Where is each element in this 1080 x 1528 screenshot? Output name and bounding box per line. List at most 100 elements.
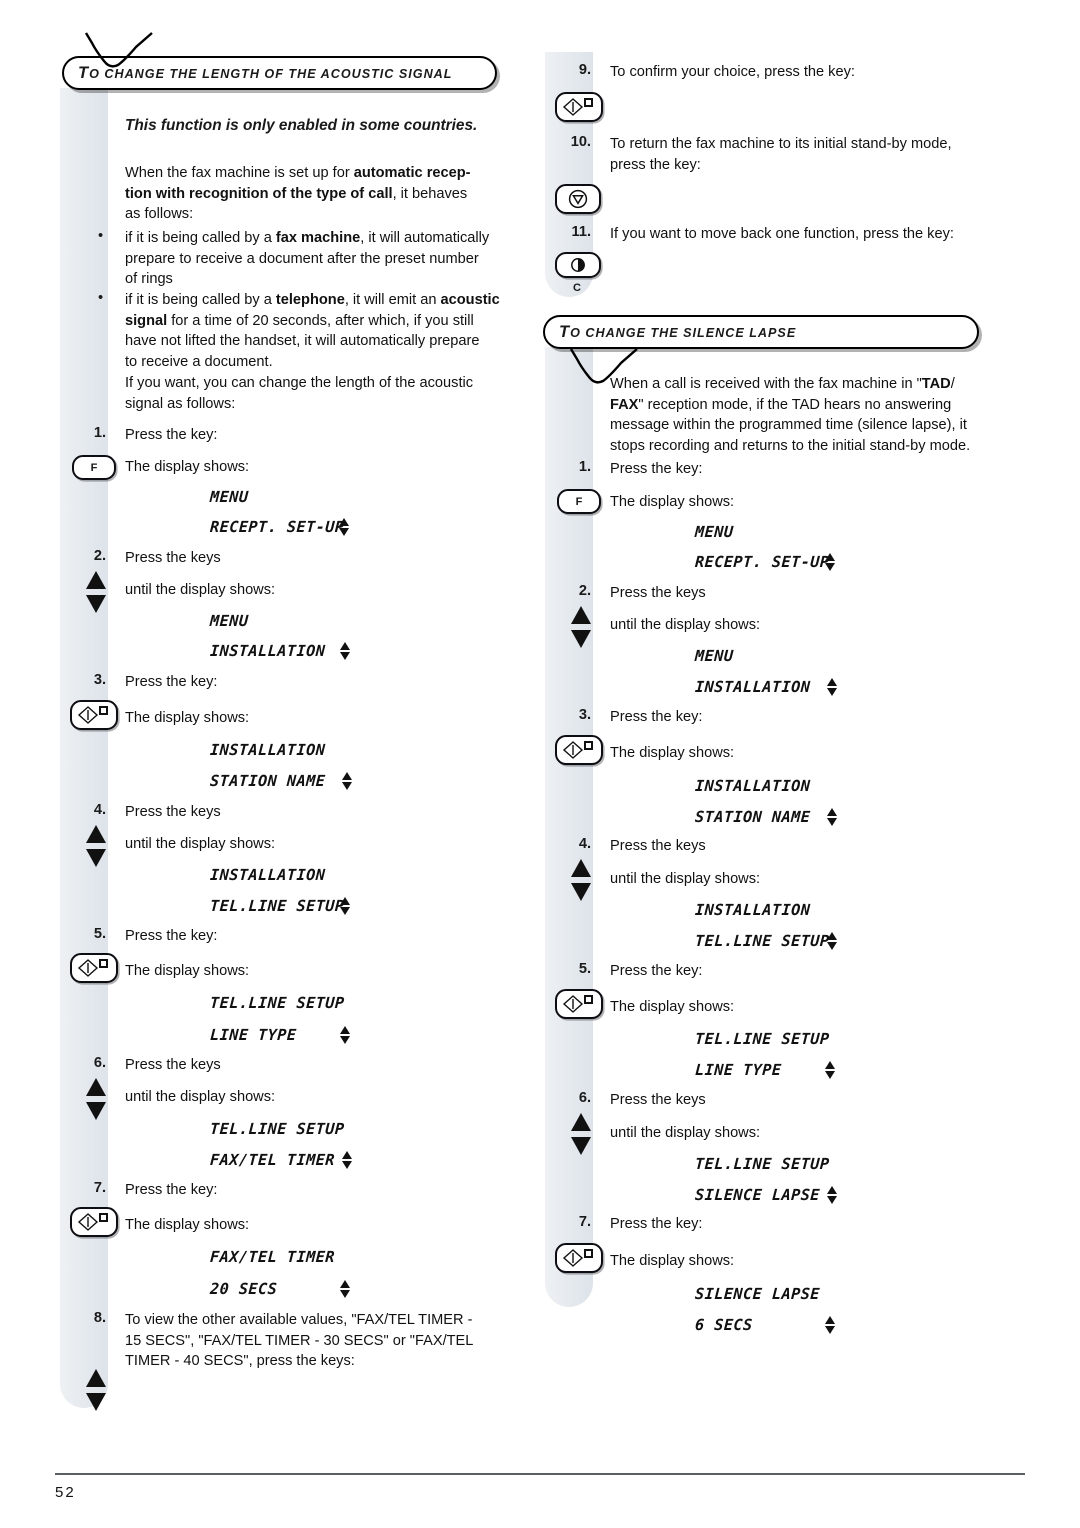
lcd-6-line-2: FAX/TEL TIMER	[209, 1151, 336, 1169]
r-step-6-text: Press the keys	[610, 1092, 706, 1108]
r-step-number-3: 3.	[578, 707, 591, 723]
b1-l1b: fax machine	[275, 230, 361, 246]
r-step-number-2: 2.	[578, 583, 591, 599]
r-lcd-6-line-2: SILENCE LAPSE	[694, 1186, 821, 1204]
p1-frag-d: , it behaves	[392, 185, 468, 202]
r-key-updown-button-2[interactable]	[569, 605, 593, 649]
r-lcd-6-line-1: TEL.LINE SETUP	[694, 1155, 831, 1173]
lcd-4-line-2: TEL.LINE SETUP	[209, 897, 346, 915]
bubble-tail-left	[84, 32, 153, 68]
contrast-halfcircle-icon	[571, 258, 585, 272]
r-lcd-7-line-2: 6 SECS	[694, 1316, 754, 1334]
r-step-4-after: until the display shows:	[610, 871, 761, 887]
lcd-7-line-1: FAX/TEL TIMER	[209, 1248, 336, 1266]
key-start-button-9[interactable]	[555, 92, 603, 122]
start-diamond-icon	[77, 959, 108, 977]
lcd-updown-icon-3	[342, 772, 352, 790]
key-start-button-3[interactable]	[70, 700, 118, 730]
b1-l3: of rings	[125, 271, 173, 288]
bubble-tail-right	[569, 348, 638, 384]
key-updown-button-4[interactable]	[84, 824, 108, 868]
step-7-after: The display shows:	[125, 1217, 250, 1233]
r-key-start-button-7[interactable]	[555, 1243, 603, 1273]
rp1-l2a: FAX	[610, 396, 639, 413]
page-number: 52	[55, 1484, 76, 1501]
r-key-start-button-3[interactable]	[555, 735, 603, 765]
r-step-3-after: The display shows:	[610, 745, 735, 761]
r-key-f-button[interactable]: F	[557, 489, 601, 514]
step-2-after: until the display shows:	[125, 582, 276, 598]
step-3-text: Press the key:	[125, 674, 218, 690]
key-updown-button-8[interactable]	[84, 1368, 108, 1412]
key-f-button[interactable]: F	[72, 455, 116, 480]
r-step-1-after: The display shows:	[610, 494, 735, 510]
step-number-2: 2.	[93, 548, 106, 564]
r-lcd-updown-icon-5	[825, 1061, 835, 1079]
key-start-button-5[interactable]	[70, 953, 118, 983]
step-2-text: Press the keys	[125, 550, 221, 566]
r-step-7-after: The display shows:	[610, 1253, 735, 1269]
r-lcd-7-line-1: SILENCE LAPSE	[694, 1285, 821, 1303]
r-key-updown-button-6[interactable]	[569, 1112, 593, 1156]
r-step-6-after: until the display shows:	[610, 1125, 761, 1141]
lcd-updown-icon-1	[339, 518, 349, 536]
lcd-2-line-1: MENU	[209, 612, 249, 630]
r-step-5-text: Press the key:	[610, 963, 703, 979]
step-number-8: 8.	[93, 1310, 106, 1326]
step-number-7: 7.	[93, 1180, 106, 1196]
r-key-updown-button-4[interactable]	[569, 858, 593, 902]
b1-l1c: , it will automatically	[360, 230, 490, 246]
paragraph-automatic-reception: When the fax machine is set up for autom…	[125, 163, 535, 225]
b1-l2: prepare to receive a document after the …	[125, 250, 479, 267]
closing-paragraph: If you want, you can change the length o…	[125, 373, 537, 414]
lcd-2-line-2: INSTALLATION	[209, 642, 326, 660]
step-6-after: until the display shows:	[125, 1089, 276, 1105]
r-lcd-2-line-1: MENU	[694, 647, 734, 665]
lcd-7-line-2: 20 SECS	[209, 1280, 278, 1298]
step-4-after: until the display shows:	[125, 836, 276, 852]
bullet-fax-machine: if it is being called by a fax machine, …	[125, 228, 537, 290]
step-4-text: Press the keys	[125, 804, 221, 820]
bullet-telephone: if it is being called by a telephone, it…	[125, 290, 543, 372]
stop-icon	[568, 189, 588, 209]
step-number-6: 6.	[93, 1055, 106, 1071]
key-stop-button[interactable]	[555, 184, 601, 214]
key-updown-button-6[interactable]	[84, 1077, 108, 1121]
r-lcd-updown-icon-4	[827, 932, 837, 950]
key-c-button[interactable]	[555, 252, 601, 278]
b2-l2a: signal	[125, 312, 168, 329]
lcd-3-line-2: STATION NAME	[209, 772, 326, 790]
key-start-button-7[interactable]	[70, 1207, 118, 1237]
p1-frag-b: automatic recep-	[353, 165, 471, 181]
r-lcd-updown-icon-6	[827, 1186, 837, 1204]
bullet-marker-1: •	[98, 228, 104, 244]
close-l1: If you want, you can change the length o…	[125, 375, 474, 391]
b2-l1c: , it will emit an	[344, 292, 441, 308]
lcd-6-line-1: TEL.LINE SETUP	[209, 1120, 346, 1138]
right-column: 9. To confirm your choice, press the key…	[543, 0, 1015, 1440]
r-key-start-button-5[interactable]	[555, 989, 603, 1019]
heading-text: O CHANGE THE SILENCE LAPSE	[570, 325, 797, 340]
r-lcd-4-line-2: TEL.LINE SETUP	[694, 932, 831, 950]
footer-rule	[55, 1473, 1025, 1475]
r-lcd-1-line-1: MENU	[694, 523, 734, 541]
step-11-text: If you want to move back one function, p…	[610, 226, 954, 242]
r-step-number-5: 5.	[578, 961, 591, 977]
r-step-4-text: Press the keys	[610, 838, 706, 854]
b1-l1a: if it is being called by a	[125, 230, 276, 246]
r-step-2-after: until the display shows:	[610, 617, 761, 633]
step-number-4: 4.	[93, 802, 106, 818]
key-updown-button-2[interactable]	[84, 570, 108, 614]
lcd-updown-icon-7	[340, 1280, 350, 1298]
close-l2: signal as follows:	[125, 395, 236, 412]
bullet-marker-2: •	[98, 290, 104, 306]
step-number-10: 10.	[570, 134, 591, 150]
intro-note: This function is only enabled in some co…	[125, 117, 478, 134]
step-number-5: 5.	[93, 926, 106, 942]
start-diamond-icon	[562, 741, 593, 759]
key-f-label: F	[90, 461, 98, 474]
start-diamond-icon	[562, 995, 593, 1013]
b2-l1b: telephone	[275, 292, 345, 308]
lcd-3-line-1: INSTALLATION	[209, 741, 326, 759]
s8-l2: 15 SECS", "FAX/TEL TIMER - 30 SECS" or "…	[125, 1332, 474, 1349]
